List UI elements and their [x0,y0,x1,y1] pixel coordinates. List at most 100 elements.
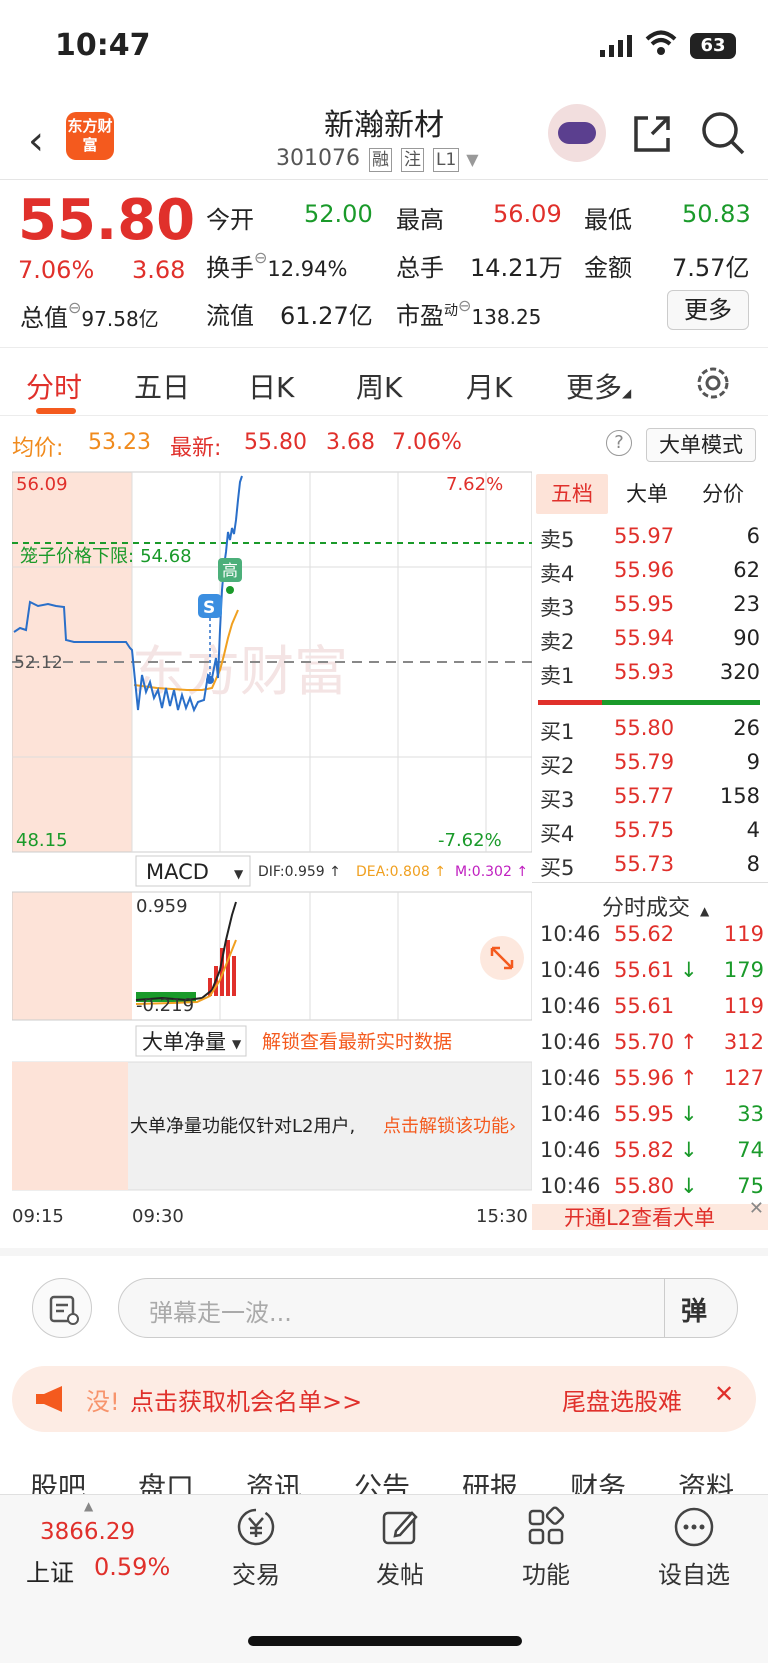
bignet-label: 大单净量 [142,1030,226,1054]
cellular-signal-icon [600,35,632,57]
high-label: 最高 [396,206,444,234]
axis-mid-price: 52.12 [14,653,63,673]
buy-row-3: 买3 55.77 158 [540,784,760,812]
nav-trade[interactable]: 交易 [206,1505,306,1590]
trade-row: 10:46 55.95 ↓ 33 [540,1102,764,1126]
settings-gear-icon[interactable] [694,364,732,402]
edit-icon [382,1511,418,1545]
time-axis-close: 15:30 [476,1206,528,1227]
turnover-value: 12.94% [267,257,348,281]
close-icon[interactable]: ✕ [714,1380,734,1408]
avg-label: 均价: [12,436,64,461]
intraday-chart-area[interactable]: 东方财富 56.09 7.62% 52.12 48.15 -7.62% 笼子价格… [11,470,533,1230]
comment-input[interactable]: 弹幕走一波... 弹 [118,1278,738,1338]
sell-row-4: 卖4 55.96 62 [540,558,760,586]
tab-five-level[interactable]: 五档 [536,474,608,514]
tab-intraday[interactable]: 分时 [26,366,82,406]
more-dots-icon [674,1507,714,1547]
close-icon[interactable]: ✕ [749,1198,764,1219]
latest-value: 55.80 [244,430,307,455]
amount-value: 7.57亿 [672,254,750,282]
chevron-down-icon[interactable]: ▼ [466,150,478,169]
bignet-unlock-link[interactable]: 点击解锁该功能› [383,1116,516,1137]
comment-list-icon[interactable] [32,1278,92,1338]
banner-main-text[interactable]: 点击获取机会名单>> [130,1382,362,1417]
info-icon[interactable]: ⊖ [68,298,81,317]
nav-watchlist[interactable]: 设自选 [644,1505,744,1590]
tab-profile[interactable]: 资料 [678,1466,734,1496]
tab-monthly-k[interactable]: 月K [466,366,512,406]
limit-label: 笼子价格下限: [20,546,134,567]
banner-right-text[interactable]: 尾盘选股难 [562,1382,682,1417]
tab-weekly-k[interactable]: 周K [356,366,402,406]
sell-strength-bar [538,700,602,705]
stock-code-row[interactable]: 301076 融 注 L1 ▼ [276,146,479,172]
latest-pct: 7.06% [392,430,462,455]
tab-big-order[interactable]: 大单 [626,474,668,514]
latest-change: 3.68 [326,430,375,455]
sell-row-1: 卖1 55.93 320 [540,660,760,688]
buy-row-5: 买5 55.73 8 [540,852,760,880]
trade-row: 10:46 55.61 ↓ 179 [540,958,764,982]
mcap-value: 97.58亿 [81,307,159,331]
order-book-panel: 五档 大单 分价 卖5 55.97 6 卖4 55.96 62 卖3 55.95 23 卖2… [532,470,768,1230]
share-icon[interactable] [630,112,674,156]
tab-five-day[interactable]: 五日 [134,366,190,406]
big-order-mode-button[interactable]: 大单模式 [646,428,756,462]
intraday-chart-svg[interactable]: 东方财富 56.09 7.62% 52.12 48.15 -7.62% 笼子价格… [11,470,533,1230]
index-ticker[interactable]: ▲ 3866.29 上证 0.59% [20,1499,170,1599]
help-icon[interactable]: ? [606,430,632,456]
s-marker-text: S [203,598,215,618]
tab-more[interactable]: 更多◢ [566,366,631,406]
sell-row-5: 卖5 55.97 6 [540,524,760,552]
unlock-realtime-link[interactable]: 解锁查看最新实时数据 [262,1031,452,1053]
sell-row-3: 卖3 55.95 23 [540,592,760,620]
l2-promo[interactable]: 开通L2查看大单 ✕ [532,1198,768,1230]
nav-functions[interactable]: 功能 [496,1505,596,1590]
home-indicator[interactable] [248,1636,522,1646]
tab-orderbook[interactable]: 盘口 [138,1466,194,1496]
open-label: 今开 [206,206,254,234]
axis-top-pct: 7.62% [446,474,503,495]
arrow-down-icon: ↓ [680,1174,698,1198]
more-button[interactable]: 更多 [667,290,749,330]
buy-row-4: 买4 55.75 4 [540,818,760,846]
danmaku-send-button[interactable]: 弹 [681,1291,707,1328]
tab-daily-k[interactable]: 日K [248,366,294,406]
banner-scroll-text: 没! [86,1388,120,1416]
volume-value: 14.21万 [470,254,563,282]
tab-announcements[interactable]: 公告 [354,1466,410,1496]
ai-assistant-icon[interactable] [548,104,606,162]
search-icon[interactable] [700,110,746,156]
tag-level: L1 [432,148,460,172]
limit-value: 54.68 [140,546,192,567]
tab-research[interactable]: 研报 [462,1466,518,1496]
axis-bottom-price: 48.15 [16,830,68,851]
pe-value: 138.25 [471,305,542,329]
info-icon[interactable]: ⊖ [458,296,471,315]
tab-news[interactable]: 资讯 [246,1466,302,1496]
wifi-icon [645,30,677,55]
tab-financials[interactable]: 财务 [570,1466,626,1496]
arrow-up-icon: ↑ [680,1030,698,1054]
axis-bottom-pct: -7.62% [438,830,502,851]
arrow-down-icon: ↓ [680,958,698,982]
chevron-down-icon: ▼ [234,867,244,881]
tab-forum[interactable]: 股吧 [30,1466,86,1496]
time-axis-open: 09:30 [132,1206,184,1227]
tag-registration: 注 [400,148,424,172]
tab-price-dist[interactable]: 分价 [702,474,744,514]
macd-bottom-value: -0.219 [136,995,194,1016]
float-label: 流值 [206,302,254,330]
low-label: 最低 [584,206,632,234]
promo-banner[interactable]: 没! 点击获取机会名单>> 尾盘选股难 ✕ [12,1366,756,1432]
trades-title[interactable]: 分时成交 ▲ [602,890,709,922]
low-value: 50.83 [682,200,751,228]
quote-panel: 55.80 7.06% 3.68 总值⊖97.58亿 今开 52.00 最高 5… [0,180,768,348]
comment-placeholder: 弹幕走一波... [149,1299,292,1327]
megaphone-icon [36,1386,62,1412]
nav-post[interactable]: 发帖 [350,1505,450,1590]
info-icon[interactable]: ⊖ [254,248,267,267]
avg-value: 53.23 [88,430,151,455]
battery-indicator: 63 [690,33,736,59]
